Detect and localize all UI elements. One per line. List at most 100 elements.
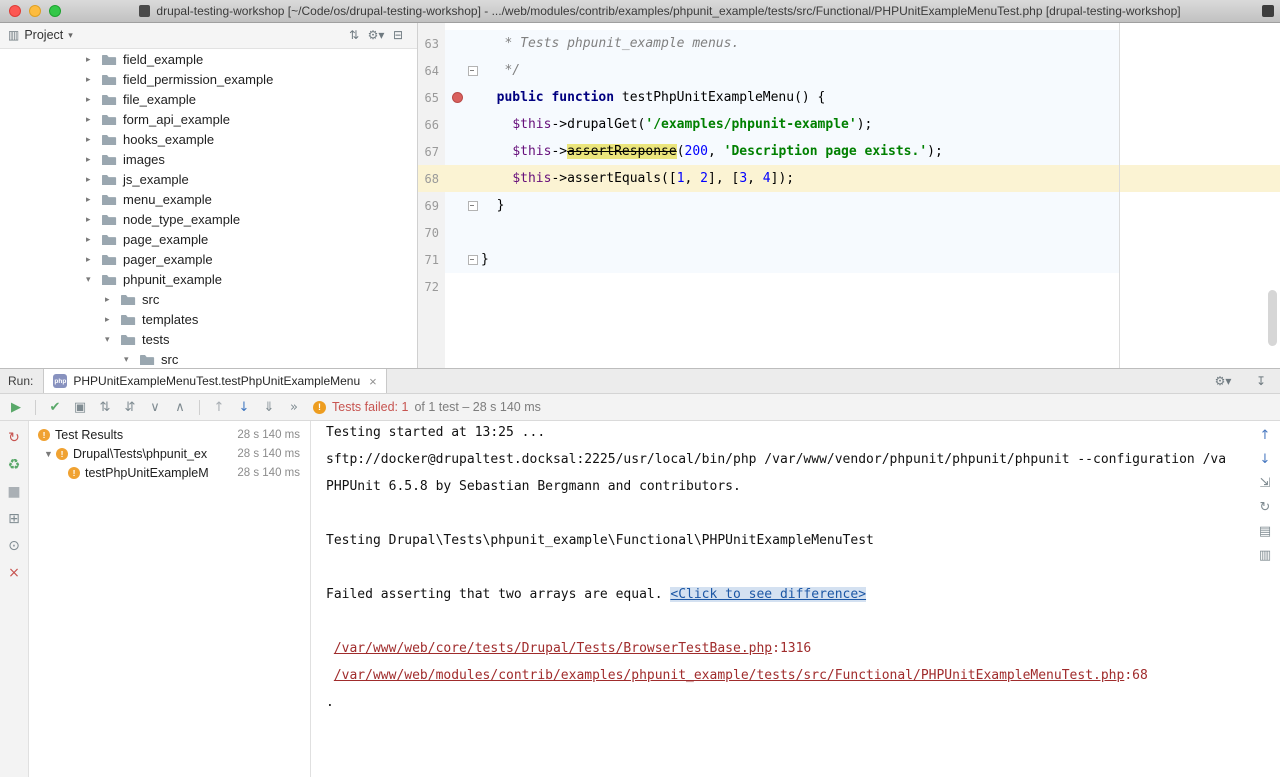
- rerun-failed-tests-button[interactable]: ↻: [8, 430, 20, 446]
- line-number[interactable]: 64: [418, 64, 445, 78]
- show-ignored-button[interactable]: ▣: [71, 400, 89, 415]
- hide-panel-icon[interactable]: ↧: [1250, 374, 1272, 388]
- run-tab[interactable]: php PHPUnitExampleMenuTest.testPhpUnitEx…: [43, 369, 386, 393]
- chevron-right-icon[interactable]: ▸: [86, 234, 101, 245]
- line-number[interactable]: 72: [418, 280, 445, 294]
- code-text[interactable]: $this->assertEquals([1, 2], [3, 4]);: [481, 171, 794, 186]
- chevron-down-icon[interactable]: ▾: [105, 334, 120, 345]
- console-output[interactable]: Testing started at 13:25 ...sftp://docke…: [312, 421, 1280, 777]
- minimize-window-button[interactable]: [29, 5, 41, 17]
- line-number[interactable]: 63: [418, 37, 445, 51]
- project-tree-item[interactable]: ▸hooks_example: [0, 129, 417, 149]
- previous-failed-test-button[interactable]: ↑: [210, 400, 228, 415]
- down-the-stack-trace-button[interactable]: ↓: [1260, 452, 1271, 467]
- project-tree-item[interactable]: ▸pager_example: [0, 249, 417, 269]
- project-view-label[interactable]: Project: [24, 28, 63, 42]
- chevron-down-icon[interactable]: ▼: [44, 449, 56, 459]
- fold-icon[interactable]: [468, 201, 478, 211]
- settings-gear-icon[interactable]: ⚙▾: [365, 28, 387, 42]
- line-number[interactable]: 68: [418, 172, 445, 186]
- project-tree-item[interactable]: ▸templates: [0, 309, 417, 329]
- chevron-right-icon[interactable]: ▸: [86, 154, 101, 165]
- collapse-all-button[interactable]: ∧: [171, 400, 189, 415]
- chevron-right-icon[interactable]: ▸: [86, 114, 101, 125]
- next-failed-test-button[interactable]: ↓: [235, 400, 253, 415]
- chevron-down-icon[interactable]: ▾: [124, 354, 139, 365]
- close-tab-icon[interactable]: ×: [369, 374, 377, 389]
- code-text[interactable]: public function testPhpUnitExampleMenu()…: [481, 90, 825, 105]
- folder-icon: [101, 73, 117, 86]
- test-tree-item[interactable]: !Test Results28 s 140 ms: [30, 425, 310, 444]
- project-tree-item[interactable]: ▸images: [0, 149, 417, 169]
- line-number[interactable]: 65: [418, 91, 445, 105]
- editor[interactable]: 63 * Tests phpunit_example menus. 64 */ 65…: [418, 22, 1280, 368]
- project-tree-item[interactable]: ▾tests: [0, 329, 417, 349]
- file-link[interactable]: /var/www/web/core/tests/Drupal/Tests/Bro…: [334, 641, 772, 656]
- fold-icon[interactable]: [468, 66, 478, 76]
- project-tree-item[interactable]: ▸node_type_example: [0, 209, 417, 229]
- chevron-right-icon[interactable]: ▸: [86, 174, 101, 185]
- chevron-down-icon[interactable]: ▾: [86, 274, 101, 285]
- history-button[interactable]: ↻: [1260, 500, 1271, 515]
- close-button[interactable]: ×: [8, 565, 20, 581]
- project-tree-item[interactable]: ▸menu_example: [0, 189, 417, 209]
- select-opened-file-icon[interactable]: ⇅: [343, 28, 365, 42]
- rerun-button[interactable]: ▶: [7, 400, 25, 415]
- line-number[interactable]: 66: [418, 118, 445, 132]
- restore-layout-button[interactable]: ⊞: [8, 511, 20, 527]
- more-actions-button[interactable]: »: [285, 400, 303, 415]
- diff-link[interactable]: <Click to see difference>: [670, 587, 866, 602]
- line-number[interactable]: 69: [418, 199, 445, 213]
- code-text[interactable]: }: [481, 252, 489, 267]
- collapse-all-icon[interactable]: ⊟: [387, 28, 409, 42]
- zoom-window-button[interactable]: [49, 5, 61, 17]
- project-tree-item[interactable]: ▸field_permission_example: [0, 69, 417, 89]
- chevron-right-icon[interactable]: ▸: [86, 74, 101, 85]
- stop-button[interactable]: ■: [7, 484, 20, 500]
- project-tree-item[interactable]: ▸file_example: [0, 89, 417, 109]
- fold-icon[interactable]: [468, 255, 478, 265]
- project-tree-item[interactable]: ▾phpunit_example: [0, 269, 417, 289]
- close-window-button[interactable]: [9, 5, 21, 17]
- sort-by-duration-button[interactable]: ⇵: [121, 400, 139, 415]
- print-button[interactable]: ▤: [1259, 524, 1271, 539]
- code-text[interactable]: */: [481, 63, 520, 78]
- sort-alphabetically-button[interactable]: ⇅: [96, 400, 114, 415]
- test-failed-gutter-icon[interactable]: [452, 92, 463, 103]
- chevron-right-icon[interactable]: ▸: [86, 54, 101, 65]
- chevron-right-icon[interactable]: ▸: [105, 314, 120, 325]
- chevron-down-icon[interactable]: ▾: [68, 30, 73, 41]
- chevron-right-icon[interactable]: ▸: [86, 194, 101, 205]
- test-tree-item[interactable]: !testPhpUnitExampleM28 s 140 ms: [30, 463, 310, 482]
- project-tree-item[interactable]: ▸src: [0, 289, 417, 309]
- code-text[interactable]: $this->drupalGet('/examples/phpunit-exam…: [481, 117, 872, 132]
- project-tree-item[interactable]: ▸field_example: [0, 49, 417, 69]
- test-tree-item[interactable]: ▼!Drupal\Tests\phpunit_ex28 s 140 ms: [30, 444, 310, 463]
- up-the-stack-trace-button[interactable]: ↑: [1260, 428, 1271, 443]
- expand-all-button[interactable]: ∨: [146, 400, 164, 415]
- import-test-results-button[interactable]: ⇓: [260, 400, 278, 415]
- project-tree-item[interactable]: ▸page_example: [0, 229, 417, 249]
- code-text[interactable]: $this->assertResponse(200, 'Description …: [481, 144, 943, 159]
- settings-gear-icon[interactable]: ⚙▾: [1212, 374, 1234, 388]
- line-number[interactable]: 67: [418, 145, 445, 159]
- file-link[interactable]: /var/www/web/modules/contrib/examples/ph…: [334, 668, 1125, 683]
- toggle-auto-test-button[interactable]: ♻: [8, 457, 21, 473]
- line-number[interactable]: 70: [418, 226, 445, 240]
- pin-tab-button[interactable]: ⊙: [8, 538, 20, 554]
- line-number[interactable]: 71: [418, 253, 445, 267]
- chevron-right-icon[interactable]: ▸: [86, 94, 101, 105]
- code-text[interactable]: * Tests phpunit_example menus.: [481, 36, 739, 51]
- chevron-right-icon[interactable]: ▸: [86, 134, 101, 145]
- editor-scrollbar[interactable]: [1268, 290, 1277, 346]
- chevron-right-icon[interactable]: ▸: [86, 254, 101, 265]
- chevron-right-icon[interactable]: ▸: [105, 294, 120, 305]
- project-tree-item[interactable]: ▾src: [0, 349, 417, 368]
- project-tree-item[interactable]: ▸form_api_example: [0, 109, 417, 129]
- chevron-right-icon[interactable]: ▸: [86, 214, 101, 225]
- hide-passed-button[interactable]: ✔: [46, 400, 64, 415]
- clear-all-button[interactable]: ▥: [1259, 548, 1271, 563]
- code-text[interactable]: }: [481, 198, 504, 213]
- project-tree-item[interactable]: ▸js_example: [0, 169, 417, 189]
- export-test-results-button[interactable]: ⇲: [1260, 476, 1271, 491]
